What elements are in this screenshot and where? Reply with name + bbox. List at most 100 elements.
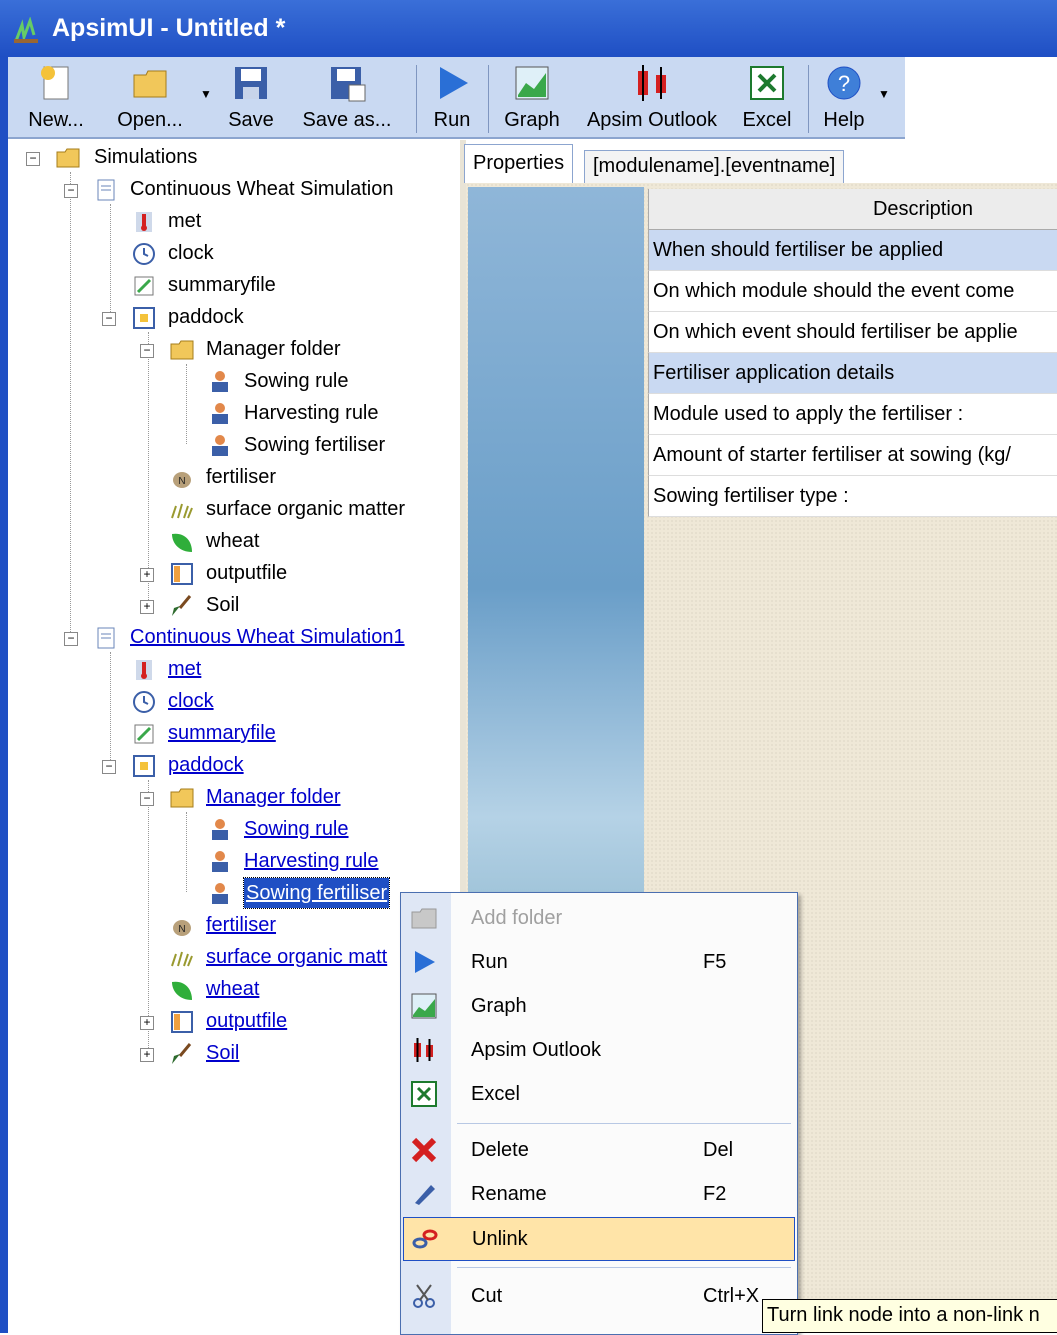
collapse-toggle[interactable]: −: [64, 184, 78, 198]
folder-icon: [170, 340, 194, 360]
grid-row[interactable]: Sowing fertiliser type :: [648, 476, 1057, 517]
clock-icon: [133, 691, 155, 713]
expand-toggle[interactable]: +: [140, 1016, 154, 1030]
wheat-leaf-icon: [172, 533, 192, 552]
output-file-table-icon: [171, 563, 193, 585]
help-question-icon: ?: [827, 66, 861, 100]
menu-separator: [457, 1267, 791, 1268]
manager-person-icon: [212, 851, 228, 872]
folder-icon: [170, 788, 194, 808]
collapse-toggle[interactable]: −: [140, 344, 154, 358]
svg-text:N: N: [178, 476, 185, 487]
toolbar-separator: [416, 65, 417, 133]
menu-item-graph[interactable]: Graph: [403, 985, 793, 1027]
open-button[interactable]: Open...: [104, 57, 196, 137]
thermometer-icon: [136, 212, 152, 232]
tree-connector: [186, 812, 187, 892]
manager-person-icon: [212, 883, 228, 904]
menu-item-cut[interactable]: Cut Ctrl+X: [403, 1275, 793, 1317]
tree-connector: [186, 364, 187, 444]
toolbar-separator: [808, 65, 809, 133]
excel-icon: [750, 66, 784, 100]
grid-row[interactable]: Amount of starter fertiliser at sowing (…: [648, 435, 1057, 476]
svg-text:N: N: [178, 924, 185, 935]
add-folder-icon: [411, 908, 437, 929]
simulation-document-icon: [97, 627, 115, 649]
soil-shovel-icon: [172, 595, 192, 616]
soil-shovel-icon: [172, 1043, 192, 1064]
apsim-app-icon: [14, 17, 38, 43]
outlook-boxplot-icon: [638, 65, 666, 101]
menu-item-run[interactable]: Run F5: [403, 941, 793, 983]
grid-row[interactable]: On which module should the event come: [648, 271, 1057, 312]
thermometer-icon: [136, 660, 152, 680]
help-dropdown-arrow-icon[interactable]: ▼: [878, 87, 890, 101]
expand-toggle[interactable]: +: [140, 568, 154, 582]
grid-row[interactable]: Module used to apply the fertiliser :: [648, 394, 1057, 435]
menu-item-delete[interactable]: Delete Del: [403, 1129, 793, 1171]
menu-item-rename[interactable]: Rename F2: [403, 1173, 793, 1215]
apsim-outlook-button[interactable]: Apsim Outlook: [580, 57, 724, 137]
properties-grid[interactable]: Description When should fertiliser be ap…: [648, 189, 1057, 517]
run-play-icon: [415, 951, 435, 973]
unlink-chain-icon: [412, 1229, 438, 1249]
menu-item-excel[interactable]: Excel: [403, 1073, 793, 1115]
save-as-disk-icon: [331, 67, 366, 102]
surface-organic-matter-icon: [171, 503, 193, 519]
unlink-tooltip: Turn link node into a non-link n: [762, 1299, 1057, 1333]
window-frame-left: [0, 57, 8, 1333]
wheat-leaf-icon: [172, 981, 192, 1000]
open-dropdown-arrow-icon[interactable]: ▼: [200, 87, 212, 101]
fertiliser-bag-icon: N: [173, 920, 191, 936]
simulation-tree[interactable]: − Simulations − Continuous Wheat Simulat…: [8, 140, 460, 1333]
collapse-toggle[interactable]: −: [64, 632, 78, 646]
paddock-icon: [133, 307, 155, 329]
menu-item-unlink[interactable]: Unlink: [403, 1217, 795, 1261]
outlook-boxplot-icon: [414, 1038, 433, 1062]
clock-icon: [133, 243, 155, 265]
tab-event[interactable]: [modulename].[eventname]: [584, 150, 845, 183]
tree-connector: [110, 204, 111, 322]
grid-row[interactable]: On which event should fertiliser be appl…: [648, 312, 1057, 353]
graph-chart-icon: [515, 66, 549, 100]
expand-toggle[interactable]: +: [140, 1048, 154, 1062]
title-bar: ApsimUI - Untitled *: [0, 0, 1057, 57]
grid-header-description: Description: [648, 189, 1057, 230]
collapse-toggle[interactable]: −: [26, 152, 40, 166]
save-disk-icon: [235, 67, 267, 99]
window-title: ApsimUI - Untitled *: [52, 14, 286, 42]
surface-organic-matter-icon: [171, 951, 193, 967]
excel-icon: [411, 1081, 437, 1107]
rename-pencil-icon: [415, 1185, 435, 1205]
manager-person-icon: [212, 435, 228, 456]
run-button[interactable]: Run: [422, 57, 482, 137]
new-document-icon: [41, 66, 69, 100]
graph-chart-icon: [411, 993, 437, 1019]
menu-item-add-folder[interactable]: Add folder: [403, 897, 793, 939]
save-as-button[interactable]: Save as...: [292, 57, 402, 137]
toolbar: New... Open... ▼ Save Save as... Run Gra…: [8, 57, 905, 139]
folder-icon: [56, 148, 80, 168]
save-button[interactable]: Save: [218, 57, 284, 137]
menu-item-apsim-outlook[interactable]: Apsim Outlook: [403, 1029, 793, 1071]
manager-person-icon: [212, 819, 228, 840]
manager-person-icon: [212, 371, 228, 392]
cut-scissors-icon: [413, 1284, 435, 1308]
collapse-toggle[interactable]: −: [102, 760, 116, 774]
help-button[interactable]: ? Help: [814, 57, 874, 137]
graph-button[interactable]: Graph: [494, 57, 570, 137]
open-folder-icon: [133, 70, 167, 98]
excel-button[interactable]: Excel: [734, 57, 800, 137]
tab-properties[interactable]: Properties: [464, 144, 574, 183]
simulation-document-icon: [97, 179, 115, 201]
summary-file-icon: [134, 724, 154, 744]
fertiliser-bag-icon: N: [173, 472, 191, 488]
svg-text:?: ?: [838, 71, 850, 96]
delete-x-icon: [411, 1137, 437, 1163]
collapse-toggle[interactable]: −: [102, 312, 116, 326]
collapse-toggle[interactable]: −: [140, 792, 154, 806]
new-button[interactable]: New...: [16, 57, 96, 137]
expand-toggle[interactable]: +: [140, 600, 154, 614]
grid-category-row: Fertiliser application details: [648, 353, 1057, 394]
paddock-icon: [133, 755, 155, 777]
